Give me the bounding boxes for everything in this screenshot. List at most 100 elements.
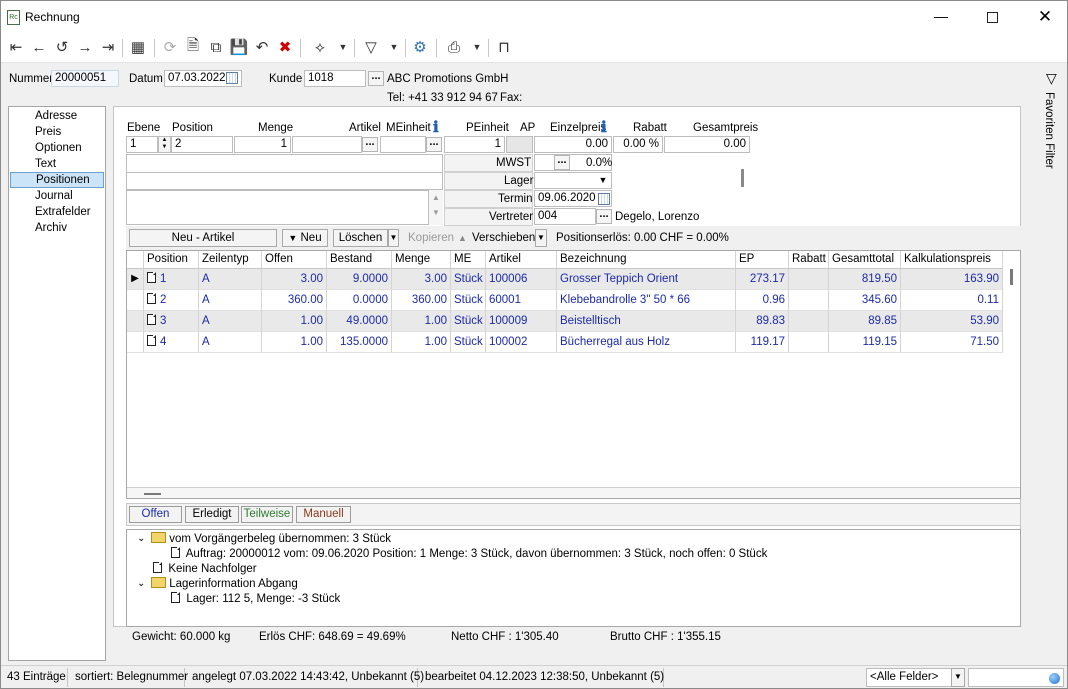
cell-zeilentyp[interactable]: A <box>199 311 262 332</box>
favorites-filter-panel[interactable]: ▽ Favoriten Filter <box>1041 64 1067 664</box>
cell-gesamttotal[interactable]: 345.60 <box>829 290 901 311</box>
last-record-icon[interactable]: ⇥ <box>98 37 118 57</box>
meinheit-field[interactable] <box>380 136 426 153</box>
kunde-field[interactable]: 1018 <box>304 70 366 87</box>
row-selector[interactable] <box>127 332 144 353</box>
nav-item-text[interactable]: Text <box>10 157 104 172</box>
column-header-artikel[interactable]: Artikel <box>486 251 557 269</box>
nav-item-preis[interactable]: Preis <box>10 125 104 140</box>
calendar-icon[interactable] <box>226 72 238 84</box>
tree-node-lagerinfo[interactable]: Lagerinformation Abgang <box>151 577 298 591</box>
kunde-lookup-button[interactable]: ... <box>368 71 384 86</box>
filter-manuell-button[interactable]: Manuell <box>296 506 351 523</box>
cell-position[interactable]: 3 <box>144 311 199 332</box>
calendar-icon[interactable] <box>598 193 610 205</box>
text-memo[interactable] <box>126 190 429 225</box>
splitter-handle[interactable] <box>144 493 161 495</box>
history-icon[interactable]: ↺ <box>52 37 72 57</box>
meinheit-lookup-button[interactable]: ... <box>426 137 442 152</box>
save-icon[interactable]: 💾 <box>229 37 249 57</box>
pin-dropdown-icon[interactable]: ▼ <box>333 37 353 57</box>
grid-scrollbar-thumb[interactable] <box>1010 269 1013 285</box>
table-row[interactable]: 4 A 1.00 135.0000 1.00 Stück 100002 Bücherregal… <box>127 332 1003 353</box>
cell-menge[interactable]: 360.00 <box>392 290 451 311</box>
fields-dropdown[interactable]: ▼ <box>951 668 965 687</box>
search-globe-icon[interactable] <box>1049 673 1060 684</box>
cell-bestand[interactable]: 9.0000 <box>327 269 392 290</box>
cell-rabatt[interactable] <box>789 311 829 332</box>
nav-item-optionen[interactable]: Optionen <box>10 141 104 156</box>
cell-kalkulationspreis[interactable]: 0.11 <box>901 290 1003 311</box>
column-header-me[interactable]: ME <box>451 251 486 269</box>
vertreter-lookup-button[interactable]: ... <box>596 209 612 224</box>
cell-me[interactable]: Stück <box>451 311 486 332</box>
cell-me[interactable]: Stück <box>451 290 486 311</box>
memo-scrollbar[interactable]: ▲ ▼ <box>429 190 443 225</box>
tree-node-vorgaenger[interactable]: vom Vorgängerbeleg übernommen: 3 Stück <box>151 532 391 546</box>
cell-position[interactable]: 4 <box>144 332 199 353</box>
tree-node-auftrag[interactable]: Auftrag: 20000012 vom: 09.06.2020 Positi… <box>171 547 767 561</box>
position-field[interactable]: 2 <box>171 136 233 153</box>
text-line-1[interactable] <box>126 154 443 173</box>
close-button[interactable]: ✕ <box>1035 7 1055 27</box>
cell-gesamttotal[interactable]: 89.85 <box>829 311 901 332</box>
undo-icon[interactable]: ↶ <box>252 37 272 57</box>
column-header-bezeichnung[interactable]: Bezeichnung <box>557 251 736 269</box>
nav-item-journal[interactable]: Journal <box>10 189 104 204</box>
cell-artikel[interactable]: 100006 <box>486 269 557 290</box>
text-line-2[interactable] <box>126 172 443 190</box>
cell-zeilentyp[interactable]: A <box>199 290 262 311</box>
cell-me[interactable]: Stück <box>451 269 486 290</box>
tree-expander[interactable]: ⌄ <box>137 577 145 591</box>
menge-field[interactable]: 1 <box>234 136 291 153</box>
settings-icon[interactable]: ⚙ <box>410 37 430 57</box>
column-header-offen[interactable]: Offen <box>262 251 327 269</box>
table-row[interactable]: 3 A 1.00 49.0000 1.00 Stück 100009 Beistelltisc… <box>127 311 1003 332</box>
cell-rabatt[interactable] <box>789 332 829 353</box>
cell-me[interactable]: Stück <box>451 332 486 353</box>
tree-expander[interactable]: ⌄ <box>137 532 145 546</box>
cell-ep[interactable]: 273.17 <box>736 269 789 290</box>
cell-bestand[interactable]: 0.0000 <box>327 290 392 311</box>
cell-gesamttotal[interactable]: 819.50 <box>829 269 901 290</box>
cell-artikel[interactable]: 60001 <box>486 290 557 311</box>
peinheit-field[interactable]: 1 <box>444 136 505 153</box>
cell-gesamttotal[interactable]: 119.15 <box>829 332 901 353</box>
column-header-rabatt[interactable]: Rabatt <box>789 251 829 269</box>
column-header-position[interactable]: Position <box>144 251 199 269</box>
loeschen-dropdown[interactable]: ▼ <box>388 229 399 247</box>
cell-rabatt[interactable] <box>789 290 829 311</box>
column-header-bestand[interactable]: Bestand <box>327 251 392 269</box>
filter-erledigt-button[interactable]: Erledigt <box>185 506 239 523</box>
cell-bestand[interactable]: 135.0000 <box>327 332 392 353</box>
fields-select[interactable]: <Alle Felder> <box>866 668 952 687</box>
table-row[interactable]: 2 A 360.00 0.0000 360.00 Stück 60001 Klebebandr… <box>127 290 1003 311</box>
first-record-icon[interactable]: ⇤ <box>6 37 26 57</box>
nummer-field[interactable]: 20000051 <box>51 70 119 87</box>
verschieben-button[interactable]: Verschieben <box>472 231 535 245</box>
cell-bezeichnung[interactable]: Grosser Teppich Orient <box>557 269 736 290</box>
mwst-lookup-button[interactable]: ... <box>554 155 570 170</box>
row-selector[interactable] <box>127 290 144 311</box>
cell-rabatt[interactable] <box>789 269 829 290</box>
nav-item-archiv[interactable]: Archiv <box>10 221 104 236</box>
table-row[interactable]: ▶ 1 A 3.00 9.0000 3.00 Stück 100006 Grosser Tepp… <box>127 269 1003 290</box>
print-dropdown-icon[interactable]: ▼ <box>467 37 487 57</box>
grid-scrollbar[interactable] <box>1004 251 1020 498</box>
cell-offen[interactable]: 360.00 <box>262 290 327 311</box>
filter-offen-button[interactable]: Offen <box>129 506 182 523</box>
pin-icon[interactable]: ⟡ <box>310 37 330 57</box>
nav-item-extrafelder[interactable]: Extrafelder <box>10 205 104 220</box>
cell-ep[interactable]: 119.17 <box>736 332 789 353</box>
rabatt-field[interactable]: 0.00 % <box>613 136 663 153</box>
row-selector[interactable] <box>127 311 144 332</box>
cell-bezeichnung[interactable]: Bücherregal aus Holz <box>557 332 736 353</box>
artikel-lookup-button[interactable]: ... <box>362 137 378 152</box>
cell-menge[interactable]: 3.00 <box>392 269 451 290</box>
cell-ep[interactable]: 89.83 <box>736 311 789 332</box>
delete-document-icon[interactable]: ✖ <box>275 37 295 57</box>
info-icon[interactable]: ℹ <box>433 118 439 136</box>
cell-zeilentyp[interactable]: A <box>199 332 262 353</box>
tree-node-nachfolger[interactable]: Keine Nachfolger <box>153 562 257 576</box>
current-row-indicator-icon[interactable]: ▶ <box>127 269 144 290</box>
